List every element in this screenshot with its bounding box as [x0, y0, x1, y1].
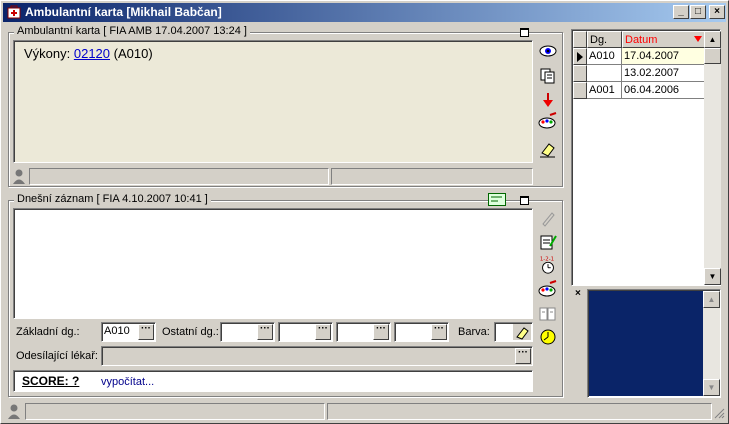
zakladni-dg-field[interactable]: A010 ···	[101, 322, 156, 342]
template-icon[interactable]	[488, 193, 506, 206]
grid-row-indicator[interactable]	[573, 65, 587, 82]
scroll-up-button[interactable]: ▲	[704, 31, 721, 48]
user-status-icon	[13, 169, 25, 184]
table-row[interactable]: 06.04.2006	[622, 82, 706, 99]
ostatni-dg-2-browse-button[interactable]: ···	[315, 324, 331, 340]
maximize-button[interactable]: □	[690, 5, 706, 19]
score-box: SCORE: ? vypočítat...	[13, 370, 533, 392]
odesilajici-lekar-label: Odesílající lékař:	[16, 350, 98, 362]
clock-icon[interactable]	[538, 327, 558, 347]
ostatni-dg-field-3[interactable]: ···	[336, 322, 391, 342]
counter-clock-icon[interactable]: 1-2-1	[538, 255, 558, 275]
ambulantni-karta-content[interactable]: Výkony: 02120 (A010)	[13, 40, 533, 163]
ostatni-dg-4-browse-button[interactable]: ···	[431, 324, 447, 340]
arrow-down-icon[interactable]	[538, 90, 558, 110]
eraser-icon[interactable]	[538, 139, 558, 159]
document-edit-icon[interactable]	[538, 232, 558, 252]
table-row[interactable]: 13.02.2007	[622, 65, 706, 82]
odesilajici-lekar-browse-button[interactable]: ···	[515, 348, 531, 364]
ambulantni-karta-title: Ambulantní karta [ FIA AMB 17.04.2007 13…	[14, 25, 250, 37]
resize-grip-icon[interactable]	[713, 407, 725, 419]
preview-vertical-scrollbar[interactable]: ▲ ▼	[703, 291, 720, 396]
table-row[interactable]: A010	[587, 48, 622, 65]
zakladni-dg-label: Základní dg.:	[16, 326, 80, 338]
palette-icon[interactable]	[538, 112, 558, 132]
palette-icon-2[interactable]	[538, 280, 558, 300]
app-icon	[7, 5, 21, 19]
score-label: SCORE: ?	[22, 374, 80, 388]
barva-label: Barva:	[458, 326, 490, 338]
barva-field[interactable]	[494, 322, 533, 342]
eye-icon[interactable]	[538, 41, 558, 61]
main-window: Ambulantní karta [Mikhail Babčan] _ □ × …	[0, 0, 729, 424]
scroll-down-button[interactable]: ▼	[704, 268, 721, 285]
dnesni-zaznam-title-info: [ FIA 4.10.2007 10:41 ]	[93, 193, 208, 205]
title-bar[interactable]: Ambulantní karta [Mikhail Babčan] _ □ ×	[3, 3, 726, 22]
table-row[interactable]	[587, 65, 622, 82]
ostatni-dg-field-1[interactable]: ···	[220, 322, 275, 342]
status-segment-1	[25, 403, 325, 420]
current-row-arrow-icon	[577, 52, 583, 62]
top-status-segment-1	[29, 168, 329, 185]
grid-row-indicator[interactable]	[573, 82, 587, 99]
top-status-segment-2	[331, 168, 533, 185]
ostatni-dg-3-browse-button[interactable]: ···	[373, 324, 389, 340]
ambulantni-karta-maximize-icon[interactable]	[520, 28, 529, 37]
table-row[interactable]: A001	[587, 82, 622, 99]
barva-pick-icon[interactable]	[513, 324, 531, 340]
ostatni-dg-label: Ostatní dg.:	[162, 326, 219, 338]
status-segment-2	[327, 403, 712, 420]
grid-header-dg[interactable]: Dg.	[587, 31, 622, 48]
dnesni-zaznam-maximize-icon[interactable]	[520, 196, 529, 205]
close-button[interactable]: ×	[709, 5, 725, 19]
grid-cell-dg: A010	[589, 50, 615, 62]
grid-header-datum-label: Datum	[625, 34, 658, 46]
grid-vertical-scrollbar[interactable]: ▲ ▼	[704, 31, 721, 285]
svg-text:1-2-1: 1-2-1	[540, 256, 554, 262]
user-status-icon-bottom	[8, 404, 20, 419]
odesilajici-lekar-field[interactable]: ···	[101, 346, 533, 366]
dnesni-zaznam-title: Dnešní záznam [ FIA 4.10.2007 10:41 ]	[14, 193, 211, 205]
book-icon[interactable]	[538, 304, 558, 324]
grid-indicator-header	[573, 31, 587, 48]
preview-scroll-down-button[interactable]: ▼	[703, 379, 720, 396]
window-title: Ambulantní karta [Mikhail Babčan]	[25, 5, 222, 19]
grid-row-indicator[interactable]	[573, 48, 587, 65]
vykony-label: Výkony:	[24, 46, 74, 61]
grid-cell-datum: 17.04.2007	[624, 50, 680, 62]
sort-desc-icon	[694, 36, 702, 42]
preview-close-icon[interactable]: ×	[575, 289, 585, 299]
grid-cell-datum: 13.02.2007	[624, 67, 680, 79]
dnesni-zaznam-textarea[interactable]	[13, 208, 533, 319]
grid-header-datum[interactable]: Datum	[622, 31, 706, 48]
ambulantni-karta-title-info: [ FIA AMB 17.04.2007 13:24 ]	[100, 25, 247, 37]
zakladni-dg-value: A010	[104, 325, 130, 337]
grid-cell-datum: 06.04.2006	[624, 84, 680, 96]
ostatni-dg-field-2[interactable]: ···	[278, 322, 333, 342]
grid-cell-dg: A001	[589, 84, 615, 96]
minimize-button[interactable]: _	[673, 5, 689, 19]
vykony-line: Výkony: 02120 (A010)	[24, 46, 153, 61]
table-row[interactable]: 17.04.2007	[622, 48, 706, 65]
ambulantni-karta-title-main: Ambulantní karta	[17, 25, 101, 37]
vykony-dg: (A010)	[110, 46, 153, 61]
history-grid[interactable]: Dg. Datum A010 17.04.2007 13.02.2007 A00…	[573, 31, 706, 285]
ostatni-dg-field-4[interactable]: ···	[394, 322, 449, 342]
scroll-thumb[interactable]	[704, 48, 721, 64]
preview-scroll-up-button[interactable]: ▲	[703, 291, 720, 308]
pen-disabled-icon[interactable]	[538, 209, 558, 229]
vykony-code-link[interactable]: 02120	[74, 46, 110, 61]
preview-area	[589, 291, 703, 396]
zakladni-dg-browse-button[interactable]: ···	[138, 324, 154, 340]
dnesni-zaznam-title-main: Dnešní záznam	[17, 193, 94, 205]
copy-icon[interactable]	[538, 66, 558, 86]
ostatni-dg-1-browse-button[interactable]: ···	[257, 324, 273, 340]
vypocitat-link[interactable]: vypočítat...	[101, 376, 154, 388]
